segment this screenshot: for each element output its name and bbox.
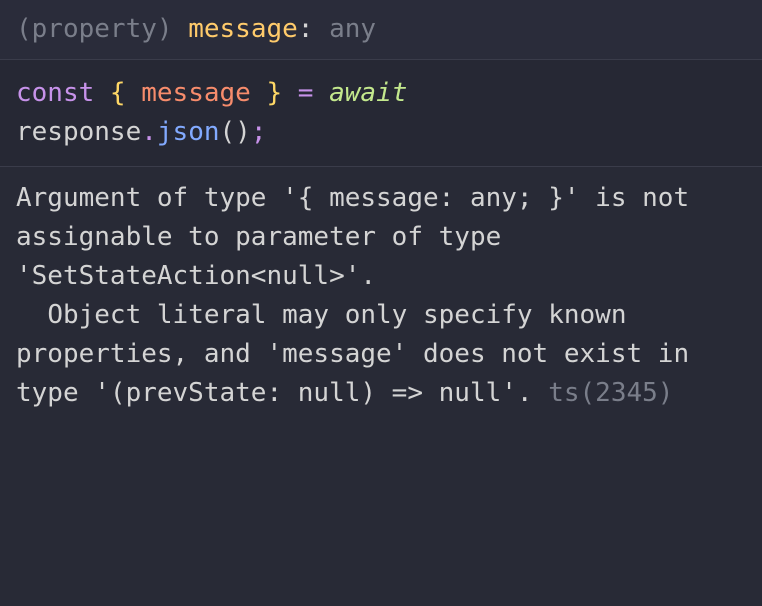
json-method: json [157, 117, 220, 147]
signature-section: (property) message: any [0, 0, 762, 60]
property-type: any [329, 14, 376, 44]
dot: . [141, 117, 157, 147]
response-ident: response [16, 117, 141, 147]
code-line-2: response.json(); [16, 113, 746, 152]
property-name: message [188, 14, 298, 44]
close-brace: } [251, 78, 298, 108]
equals: = [298, 78, 329, 108]
error-line-1: Argument of type '{ message: any; }' is … [16, 183, 689, 291]
code-line-1: const { message } = await [16, 74, 746, 113]
hover-tooltip: (property) message: any const { message … [0, 0, 762, 423]
error-code: ts(2345) [548, 378, 673, 408]
const-keyword: const [16, 78, 94, 108]
destructured-var: message [141, 78, 251, 108]
semicolon: ; [251, 117, 267, 147]
code-snippet-section: const { message } = await response.json(… [0, 60, 762, 167]
colon: : [298, 14, 314, 44]
await-keyword: await [329, 78, 407, 108]
error-message-section: Argument of type '{ message: any; }' is … [0, 167, 762, 423]
parens: () [220, 117, 251, 147]
property-kind: (property) [16, 14, 173, 44]
open-brace: { [94, 78, 141, 108]
